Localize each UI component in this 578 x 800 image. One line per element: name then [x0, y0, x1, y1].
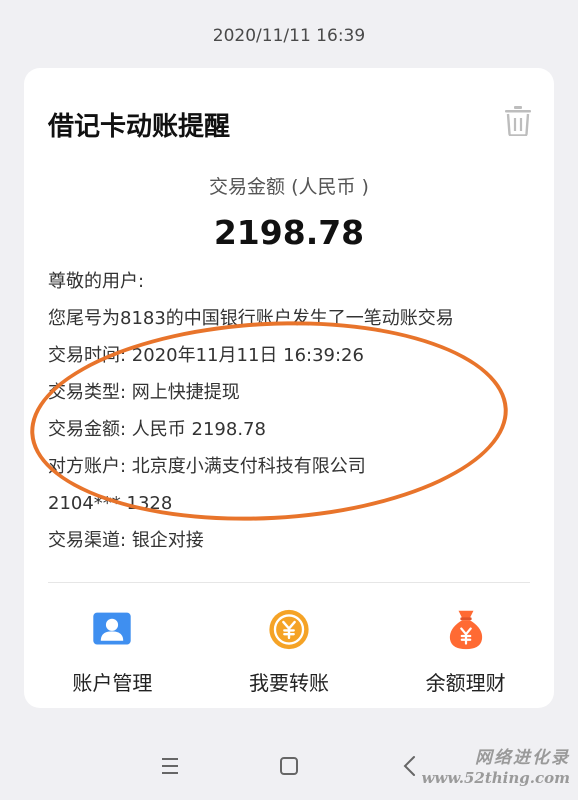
card-title: 借记卡动账提醒: [48, 112, 231, 142]
account-management-button[interactable]: 账户管理: [24, 596, 201, 696]
summary-line: 您尾号为8183的中国银行账户发生了一笔动账交易: [48, 308, 454, 329]
message-body: 尊敬的用户: 您尾号为8183的中国银行账户发生了一笔动账交易 交易时间: 20…: [48, 263, 538, 559]
counterparty-account-line: 2104*** 1328: [48, 493, 173, 514]
greeting-line: 尊敬的用户:: [48, 271, 145, 292]
watermark: 网络进化录 www.52thing.com: [422, 748, 570, 788]
menu-icon[interactable]: [150, 748, 190, 784]
transaction-amount-line: 交易金额: 人民币 2198.78: [48, 419, 266, 440]
transaction-time-line: 交易时间: 2020年11月11日 16:39:26: [48, 345, 364, 366]
trash-icon[interactable]: [504, 106, 532, 136]
channel-line: 交易渠道: 银企对接: [48, 530, 204, 551]
transfer-coin-icon: [269, 609, 309, 650]
home-icon[interactable]: [269, 748, 309, 784]
transfer-button[interactable]: 我要转账: [201, 596, 378, 696]
transfer-label: 我要转账: [249, 671, 329, 695]
action-bar: 账户管理 我要转账 余额理财: [24, 596, 554, 696]
counterparty-line: 对方账户: 北京度小满支付科技有限公司: [48, 456, 366, 477]
balance-finance-button[interactable]: 余额理财: [377, 596, 554, 696]
divider: [48, 582, 530, 583]
balance-finance-label: 余额理财: [425, 671, 506, 695]
amount-value: 2198.78: [213, 213, 365, 252]
amount-label: 交易金额 (人民币 ): [209, 176, 369, 198]
account-management-label: 账户管理: [72, 671, 153, 695]
money-bag-icon: [449, 610, 482, 650]
watermark-name: 网络进化录: [475, 748, 570, 768]
transaction-type-line: 交易类型: 网上快捷提现: [48, 382, 240, 403]
watermark-url: www.52thing.com: [421, 769, 570, 787]
notification-timestamp: 2020/11/11 16:39: [212, 26, 366, 46]
account-icon: [93, 612, 132, 645]
notification-card: 借记卡动账提醒 交易金额 (人民币 ) 2198.78 尊敬的用户: 您尾号为8…: [24, 68, 554, 708]
